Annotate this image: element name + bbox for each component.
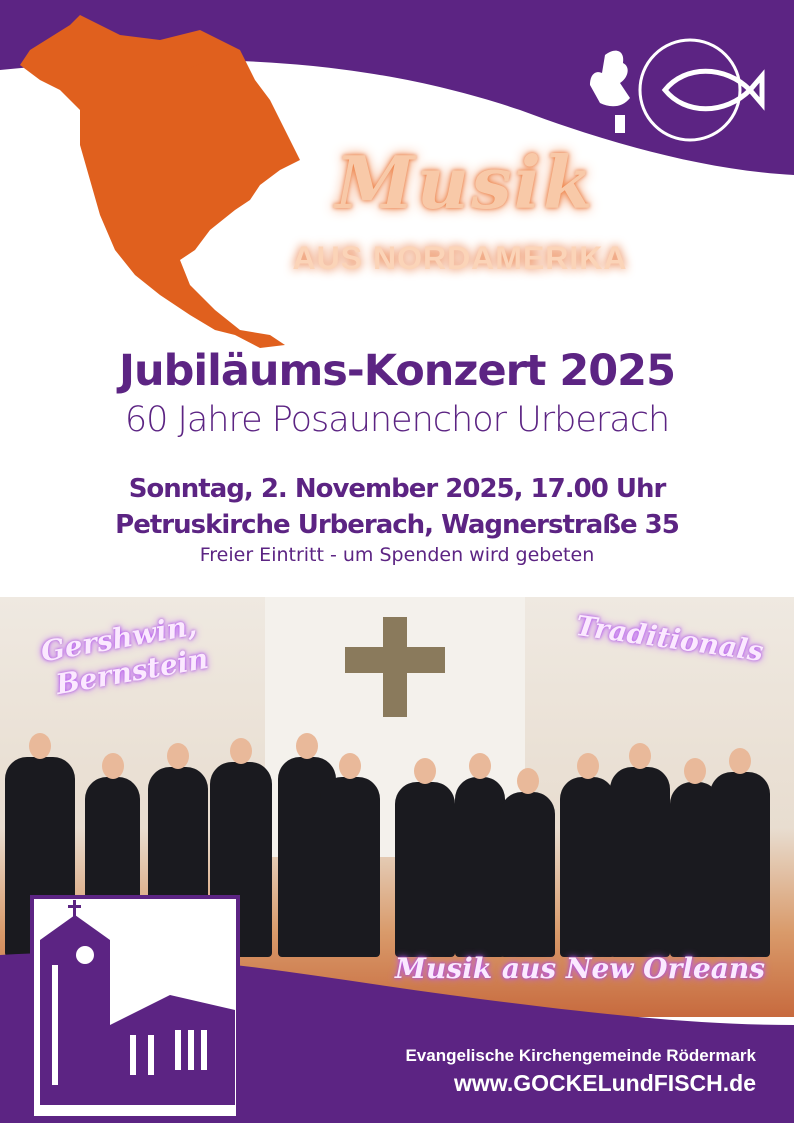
admission-note: Freier Eintritt - um Spenden wird gebete… bbox=[199, 544, 595, 566]
musician bbox=[455, 753, 505, 957]
musician bbox=[395, 758, 455, 957]
church-icon bbox=[30, 895, 240, 1120]
musician bbox=[320, 753, 380, 957]
musician bbox=[500, 768, 555, 957]
organization-name: Evangelische Kirchengemeinde Rödermark bbox=[405, 1046, 756, 1065]
north-america-map-icon bbox=[20, 15, 300, 348]
musician bbox=[710, 748, 770, 957]
event-location: Petruskirche Urberach, Wagnerstraße 35 bbox=[115, 510, 680, 540]
page-title: Jubiläums-Konzert 2025 bbox=[118, 346, 676, 396]
website-link[interactable]: www.GOCKELundFISCH.de bbox=[454, 1070, 756, 1097]
musician bbox=[610, 743, 670, 957]
cross-icon bbox=[345, 617, 445, 717]
event-date-time: Sonntag, 2. November 2025, 17.00 Uhr bbox=[128, 474, 667, 504]
headline-sub: AUS NORDAMERIKA bbox=[292, 240, 628, 276]
headline-script: Musik bbox=[335, 140, 595, 225]
rooster-fish-logo-icon bbox=[590, 38, 765, 142]
label-new-orleans: Musik aus New Orleans bbox=[395, 952, 766, 985]
musician bbox=[560, 753, 615, 957]
subtitle: 60 Jahre Posaunenchor Urberach bbox=[124, 400, 670, 440]
label-traditionals: Traditionals bbox=[573, 609, 766, 668]
